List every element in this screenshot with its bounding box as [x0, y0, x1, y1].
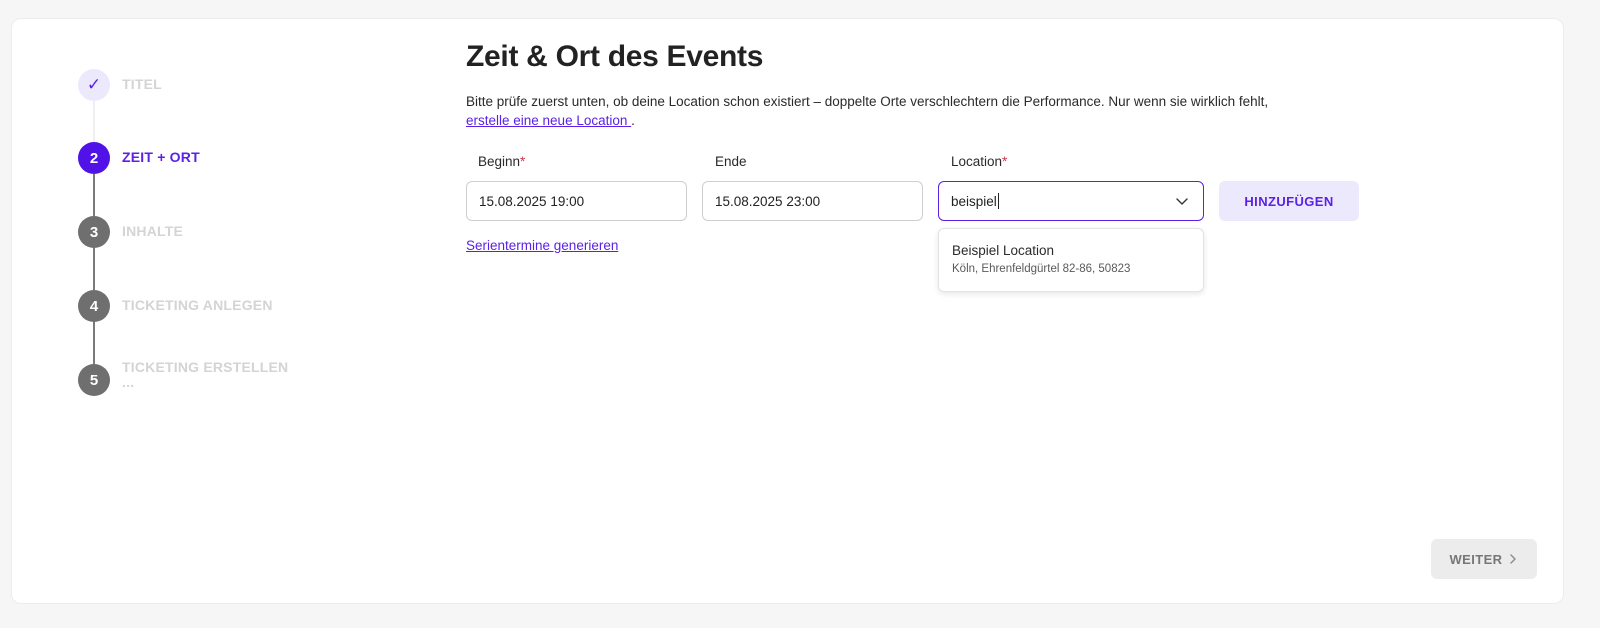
text-caret — [997, 193, 999, 209]
begin-datetime-input[interactable]: 15.08.2025 19:00 — [466, 181, 687, 221]
step-label-text: TICKETING ERSTELLEN — [122, 359, 289, 375]
chevron-right-icon — [1510, 554, 1517, 564]
step-label: INHALTE — [122, 223, 184, 239]
option-address: Köln, Ehrenfeldgürtel 82-86, 50823 — [952, 263, 1131, 275]
page-title: Zeit & Ort des Events — [466, 40, 764, 73]
end-label: Ende — [715, 154, 747, 169]
begin-label-text: Beginn — [478, 154, 521, 169]
end-label-text: Ende — [715, 154, 747, 169]
location-label-text: Location — [951, 154, 1003, 169]
step-label: TITEL — [122, 76, 162, 92]
hint-text: Bitte prüfe zuerst unten, ob deine Locat… — [466, 94, 1269, 109]
begin-label: Beginn* — [478, 154, 525, 169]
step-number: 4 — [78, 290, 110, 322]
hint-end: . — [631, 113, 635, 128]
next-button-label: WEITER — [1449, 551, 1503, 567]
step-connector — [93, 100, 95, 144]
step-ticketing-anlegen[interactable]: 4 TICKETING ANLEGEN — [78, 290, 273, 322]
step-label: TICKETING ANLEGEN — [122, 297, 273, 313]
location-dropdown: Beispiel Location Köln, Ehrenfeldgürtel … — [938, 228, 1204, 292]
dropdown-option[interactable]: Beispiel Location Köln, Ehrenfeldgürtel … — [939, 229, 1203, 291]
step-label: ZEIT + ORT — [122, 149, 200, 165]
add-location-button[interactable]: HINZUFÜGEN — [1219, 181, 1359, 221]
step-titel[interactable]: ✓ TITEL — [78, 69, 162, 101]
step-connector — [93, 320, 95, 364]
begin-value: 15.08.2025 19:00 — [479, 193, 585, 209]
step-inhalte[interactable]: 3 INHALTE — [78, 216, 183, 248]
step-connector — [93, 174, 95, 216]
end-value: 15.08.2025 23:00 — [715, 193, 821, 209]
step-label: TICKETING ERSTELLEN ... — [122, 358, 289, 390]
end-datetime-input[interactable]: 15.08.2025 23:00 — [702, 181, 923, 221]
step-zeit-ort[interactable]: 2 ZEIT + ORT — [78, 142, 200, 174]
location-hint: Bitte prüfe zuerst unten, ob deine Locat… — [466, 92, 1346, 130]
location-search-input[interactable]: beispiel — [938, 181, 1204, 221]
create-location-link[interactable]: erstelle eine neue Location — [466, 113, 631, 128]
step-label-overflow: ... — [122, 374, 135, 390]
step-number: 2 — [78, 142, 110, 174]
step-number: 3 — [78, 216, 110, 248]
step-ticketing-erstellen[interactable]: 5 TICKETING ERSTELLEN ... — [78, 359, 288, 396]
option-title: Beispiel Location — [952, 243, 1055, 258]
location-label: Location* — [951, 154, 1007, 169]
location-value: beispiel — [951, 193, 997, 209]
next-button[interactable]: WEITER — [1431, 539, 1537, 579]
chevron-down-icon[interactable] — [1175, 194, 1189, 208]
generate-series-link[interactable]: Serientermine generieren — [466, 238, 618, 253]
required-mark: * — [1002, 154, 1008, 169]
step-connector — [93, 246, 95, 290]
checkmark-icon: ✓ — [78, 69, 110, 101]
step-number: 5 — [78, 364, 110, 396]
required-mark: * — [520, 154, 526, 169]
